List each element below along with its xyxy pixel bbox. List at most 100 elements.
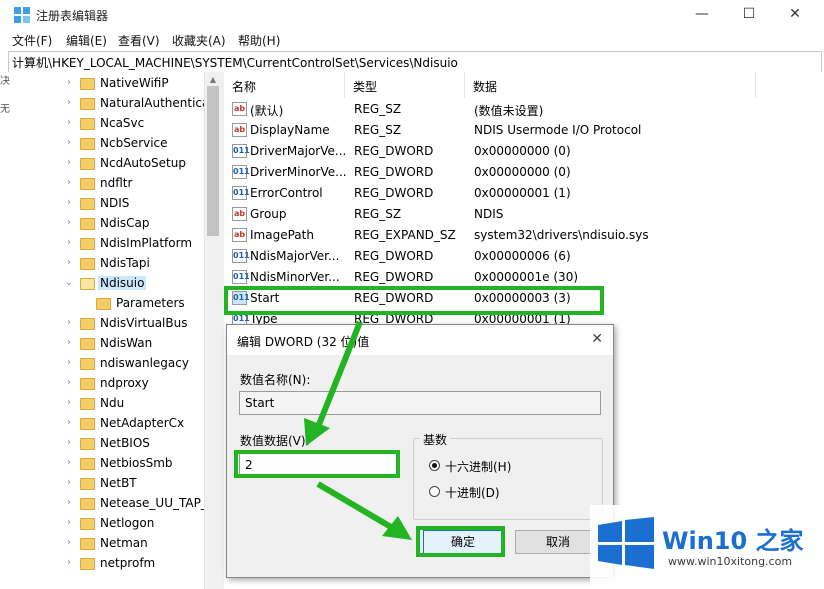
tree-item[interactable]: › Netease_UU_TAP_ [0, 494, 204, 514]
tree-item[interactable]: › NetAdapterCx [0, 414, 204, 434]
scroll-thumb[interactable] [207, 86, 219, 236]
tree-item[interactable]: › NdisCap [0, 214, 204, 234]
value-type: REG_SZ [354, 207, 402, 221]
value-name: (默认) [250, 104, 284, 118]
chevron-right-icon[interactable]: › [64, 217, 74, 229]
column-header-type[interactable]: 类型 [345, 72, 465, 98]
chevron-right-icon[interactable]: › [64, 197, 74, 209]
chevron-right-icon[interactable]: › [64, 97, 74, 109]
value-row[interactable]: 011 DriverMajorVe... REG_DWORD 0x00000000 (… [224, 141, 824, 162]
tree-item[interactable]: › NetBIOS [0, 434, 204, 454]
tree-scrollbar[interactable]: ▲ [204, 72, 221, 589]
chevron-right-icon[interactable]: › [64, 417, 74, 429]
chevron-right-icon[interactable]: › [64, 377, 74, 389]
value-data: NDIS [474, 207, 504, 221]
chevron-right-icon[interactable]: › [64, 257, 74, 269]
maximize-button[interactable]: ☐ [737, 4, 761, 24]
tree-item[interactable]: › NetbiosSmb [0, 454, 204, 474]
chevron-right-icon[interactable]: › [64, 337, 74, 349]
chevron-right-icon[interactable]: › [64, 477, 74, 489]
chevron-right-icon[interactable]: › [64, 517, 74, 529]
menu-view[interactable]: 查看(V) [118, 32, 160, 49]
value-name: ImagePath [250, 228, 314, 242]
tree-item[interactable]: › NativeWifiP [0, 74, 204, 94]
hex-radio-label[interactable]: 十六进制(H) [445, 458, 511, 475]
tree-item[interactable]: › netprofm [0, 554, 204, 574]
tree-item[interactable]: › Ndu [0, 394, 204, 414]
tree-item[interactable]: › NcdAutoSetup [0, 154, 204, 174]
tree-item[interactable]: ⌄ Ndisuio [0, 274, 204, 294]
window-title: 注册表编辑器 [36, 9, 109, 23]
address-bar[interactable]: 计算机\HKEY_LOCAL_MACHINE\SYSTEM\CurrentCon… [8, 51, 822, 73]
tree-item-label: netprofm [100, 556, 156, 570]
chevron-right-icon[interactable]: › [64, 237, 74, 249]
tree-item[interactable]: › ndiswanlegacy [0, 354, 204, 374]
menu-favorites[interactable]: 收藏夹(A) [172, 32, 226, 49]
chevron-right-icon[interactable]: › [64, 77, 74, 89]
chevron-right-icon[interactable]: › [64, 537, 74, 549]
menu-edit[interactable]: 编辑(E) [66, 32, 107, 49]
value-row[interactable]: 011 DriverMinorVe... REG_DWORD 0x00000000 (… [224, 162, 824, 183]
value-row[interactable]: ab ImagePath REG_EXPAND_SZ system32\drivers… [224, 225, 824, 246]
value-row[interactable]: ab Group REG_SZ NDIS [224, 204, 824, 225]
binary-value-icon: 011 [232, 249, 250, 263]
close-button[interactable]: ✕ [783, 4, 807, 24]
base-label: 基数 [420, 431, 451, 448]
value-type: REG_DWORD [354, 249, 434, 263]
value-row[interactable]: ab DisplayName REG_SZ NDIS Usermode I/O Pro… [224, 120, 824, 141]
tree-item[interactable]: › NdisImPlatform [0, 234, 204, 254]
value-type: REG_DWORD [354, 186, 434, 200]
tree-item[interactable]: › ndproxy [0, 374, 204, 394]
dec-radio-label[interactable]: 十进制(D) [445, 484, 500, 501]
registry-tree: 其 决 无 ›NativeWifiP›NaturalAuthentica›Nca… [0, 72, 204, 589]
chevron-right-icon[interactable]: › [64, 157, 74, 169]
tree-item[interactable]: › NetBT [0, 474, 204, 494]
value-row[interactable]: 011 ErrorControl REG_DWORD 0x00000001 (1) [224, 183, 824, 204]
folder-icon [80, 318, 95, 330]
hex-radio[interactable] [429, 460, 440, 471]
dec-radio[interactable] [429, 486, 440, 497]
tree-item[interactable]: › ndfltr [0, 174, 204, 194]
menu-file[interactable]: 文件(F) [12, 32, 52, 49]
minimize-button[interactable]: — [690, 4, 714, 24]
tree-item-label: NdisWan [100, 336, 153, 350]
chevron-right-icon[interactable]: › [64, 117, 74, 129]
tree-item[interactable]: › NaturalAuthentica [0, 94, 204, 114]
tree-item-label: NaturalAuthentica [100, 96, 204, 110]
chevron-right-icon[interactable]: › [64, 397, 74, 409]
tree-item[interactable]: Parameters [0, 294, 204, 314]
tree-item[interactable]: › NdisTapi [0, 254, 204, 274]
column-header-data[interactable]: 数据 [465, 72, 756, 98]
value-row[interactable]: ab (默认) REG_SZ (数值未设置) [224, 99, 824, 120]
tree-item[interactable]: › Netman [0, 534, 204, 554]
chevron-right-icon[interactable]: › [64, 357, 74, 369]
tree-item[interactable]: › Netlogon [0, 514, 204, 534]
chevron-right-icon[interactable]: › [64, 497, 74, 509]
value-name: DisplayName [250, 123, 330, 137]
value-data: 0x00000000 (0) [474, 144, 571, 158]
chevron-right-icon[interactable]: › [64, 437, 74, 449]
binary-value-icon: 011 [232, 144, 250, 158]
value-row[interactable]: 011 NdisMinorVer... REG_DWORD 0x0000001e (3… [224, 267, 824, 288]
chevron-right-icon[interactable]: › [64, 177, 74, 189]
tree-item[interactable]: › NDIS [0, 194, 204, 214]
chevron-down-icon[interactable]: ⌄ [64, 277, 74, 289]
value-row[interactable]: 011 NdisMajorVer... REG_DWORD 0x00000006 (6… [224, 246, 824, 267]
tree-item[interactable]: › NcbService [0, 134, 204, 154]
tree-item-label: Netman [100, 536, 148, 550]
value-name: NdisMajorVer... [250, 249, 340, 263]
cancel-button[interactable]: 取消 [515, 530, 601, 554]
tree-item[interactable]: › NcaSvc [0, 114, 204, 134]
chevron-right-icon[interactable]: › [64, 557, 74, 569]
chevron-right-icon[interactable]: › [64, 317, 74, 329]
tree-item[interactable]: › NdisVirtualBus [0, 314, 204, 334]
dialog-close-button[interactable]: ✕ [591, 331, 603, 347]
tree-item[interactable]: › NdisWan [0, 334, 204, 354]
menu-help[interactable]: 帮助(H) [238, 32, 280, 49]
string-value-icon: ab [232, 207, 247, 221]
value-name: DriverMinorVe... [250, 165, 347, 179]
binary-value-icon: 011 [232, 165, 250, 179]
column-header-name[interactable]: 名称 [224, 72, 345, 98]
chevron-right-icon[interactable]: › [64, 457, 74, 469]
chevron-right-icon[interactable]: › [64, 137, 74, 149]
